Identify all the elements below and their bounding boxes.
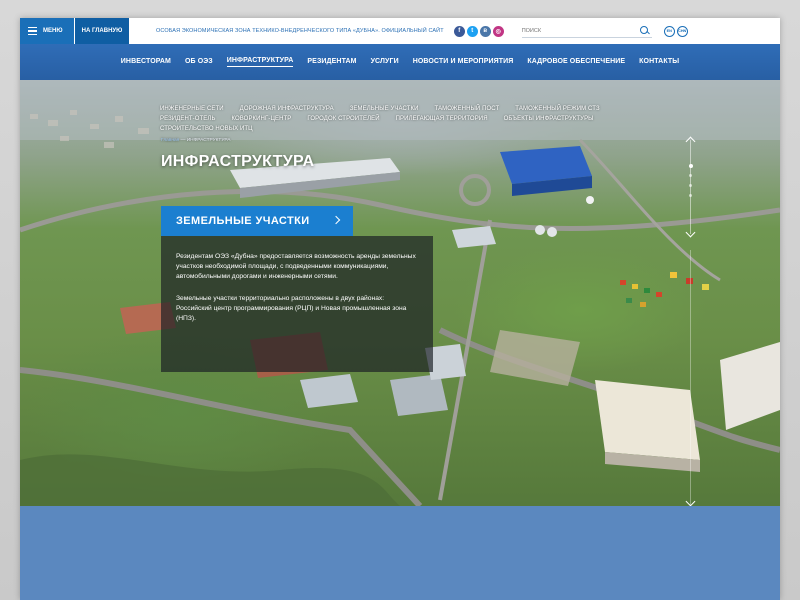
- lang-en-button[interactable]: EN: [663, 25, 675, 37]
- subnav-item[interactable]: КОВОРКИНГ-ЦЕНТР: [231, 116, 291, 122]
- chevron-right-icon: [331, 215, 341, 225]
- info-paragraph: Резидентам ОЭЗ «Дубна» предоставляется в…: [176, 253, 416, 280]
- vk-icon[interactable]: в: [479, 25, 491, 37]
- info-paragraph: Земельные участки территориально располо…: [176, 295, 407, 322]
- content-area: [20, 506, 780, 600]
- social-links: f t в ◎: [453, 25, 504, 37]
- search-icon[interactable]: [639, 25, 650, 36]
- twitter-icon[interactable]: t: [466, 25, 478, 37]
- slider-dot[interactable]: [688, 164, 693, 168]
- search-input[interactable]: [521, 27, 640, 34]
- nav-item[interactable]: ИНВЕСТОРАМ: [121, 58, 171, 67]
- nav-item[interactable]: УСЛУГИ: [371, 58, 399, 67]
- slider-dot[interactable]: [689, 184, 692, 187]
- browser-frame: МЕНЮ НА ГЛАВНУЮ ОСОБАЯ ЭКОНОМИЧЕСКАЯ ЗОН…: [20, 18, 780, 600]
- menu-button[interactable]: МЕНЮ: [20, 18, 74, 44]
- arrow-up-icon[interactable]: [685, 136, 696, 147]
- land-plots-button[interactable]: ЗЕМЕЛЬНЫЕ УЧАСТКИ: [161, 206, 353, 236]
- main-navigation: ИНВЕСТОРАМ ОБ ОЭЗ ИНФРАСТРУКТУРА РЕЗИДЕНТАМ…: [20, 44, 780, 80]
- facebook-icon[interactable]: f: [453, 25, 465, 37]
- subnav-item[interactable]: ГОРОДОК СТРОИТЕЛЕЙ: [307, 116, 379, 122]
- search-box: [521, 24, 652, 38]
- info-panel: Резидентам ОЭЗ «Дубна» предоставляется в…: [161, 236, 433, 372]
- subnav-item[interactable]: ПРИЛЕГАЮЩАЯ ТЕРРИТОРИЯ: [396, 116, 488, 122]
- nav-item[interactable]: НОВОСТИ И МЕРОПРИЯТИЯ: [413, 58, 514, 67]
- arrow-down-icon[interactable]: [685, 227, 696, 238]
- subnav-item[interactable]: ТАМОЖЕННЫЙ ПОСТ: [435, 106, 500, 112]
- top-bar: МЕНЮ НА ГЛАВНУЮ ОСОБАЯ ЭКОНОМИЧЕСКАЯ ЗОН…: [20, 18, 780, 44]
- scroll-indicator-track: [690, 250, 691, 506]
- breadcrumb-separator: —: [179, 138, 187, 143]
- subnav-item[interactable]: СТРОИТЕЛЬСТВО НОВЫХ ИТЦ: [160, 126, 253, 132]
- subnav-item[interactable]: ТАМОЖЕННЫЙ РЕЖИМ СТЗ: [515, 106, 599, 112]
- subnav-item[interactable]: РЕЗИДЕНТ-ОТЕЛЬ: [160, 116, 215, 122]
- slider-dot[interactable]: [689, 194, 692, 197]
- page-title: ИНФРАСТРУКТУРА: [161, 153, 315, 170]
- land-plots-button-label: ЗЕМЕЛЬНЫЕ УЧАСТКИ: [176, 215, 310, 227]
- instagram-icon[interactable]: ◎: [492, 25, 504, 37]
- subnav-item[interactable]: ДОРОЖНАЯ ИНФРАСТРУКТУРА: [240, 106, 334, 112]
- language-switcher: EN CHN: [663, 25, 688, 37]
- slide-navigator: [684, 136, 698, 240]
- site-tagline[interactable]: ОСОБАЯ ЭКОНОМИЧЕСКАЯ ЗОНА ТЕХНИКО-ВНЕДРЕ…: [156, 28, 444, 34]
- subnav-item[interactable]: ОБЪЕКТЫ ИНФРАСТРУКТУРЫ: [504, 116, 594, 122]
- hamburger-icon: [28, 26, 37, 36]
- nav-item[interactable]: КАДРОВОЕ ОБЕСПЕЧЕНИЕ: [527, 58, 625, 67]
- slider-dot[interactable]: [689, 174, 692, 177]
- subnav-item[interactable]: ЗЕМЕЛЬНЫЕ УЧАСТКИ: [350, 106, 419, 112]
- nav-item[interactable]: КОНТАКТЫ: [639, 58, 679, 67]
- nav-item[interactable]: ОБ ОЭЗ: [185, 58, 213, 67]
- home-button[interactable]: НА ГЛАВНУЮ: [75, 18, 129, 44]
- breadcrumb: Главная — ИНФРАСТРУКТУРА: [161, 138, 231, 143]
- sub-navigation: ИНЖЕНЕРНЫЕ СЕТИ ДОРОЖНАЯ ИНФРАСТРУКТУРА ЗЕ…: [160, 106, 630, 132]
- nav-item[interactable]: РЕЗИДЕНТАМ: [307, 58, 356, 67]
- breadcrumb-home-link[interactable]: Главная: [161, 138, 179, 143]
- nav-item[interactable]: ИНФРАСТРУКТУРА: [226, 57, 294, 67]
- breadcrumb-current: ИНФРАСТРУКТУРА: [186, 138, 231, 143]
- menu-label: МЕНЮ: [43, 28, 63, 34]
- hero-aerial-photo: ИНЖЕНЕРНЫЕ СЕТИ ДОРОЖНАЯ ИНФРАСТРУКТУРА ЗЕ…: [20, 80, 780, 506]
- slider-track: [690, 140, 691, 234]
- lang-chn-button[interactable]: CHN: [676, 25, 688, 37]
- subnav-item[interactable]: ИНЖЕНЕРНЫЕ СЕТИ: [160, 106, 224, 112]
